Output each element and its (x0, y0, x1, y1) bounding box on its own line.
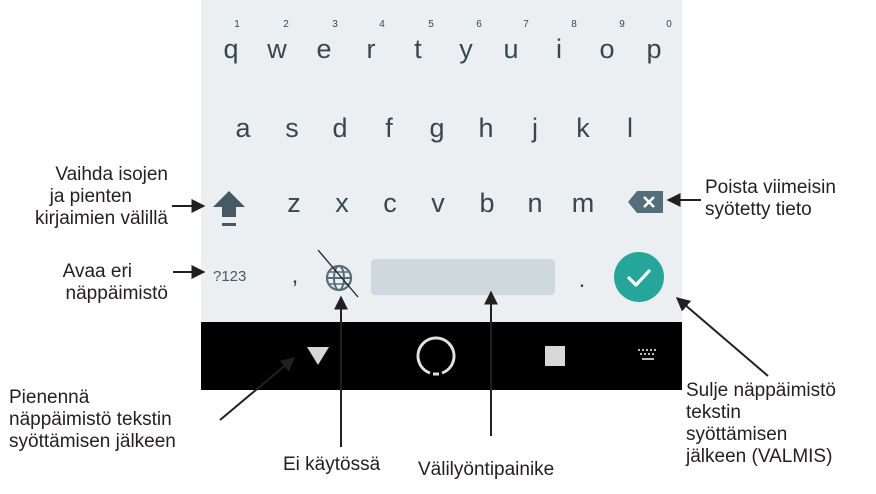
key-v[interactable]: v (423, 190, 453, 217)
comma-key[interactable]: , (280, 264, 310, 288)
annotation-symbols-line2: näppäimistö (65, 283, 168, 304)
circle-icon (416, 336, 456, 376)
annotation-enter: Sulje näppäimistö tekstin syöttämisen jä… (686, 380, 836, 468)
key-n[interactable]: n (520, 190, 550, 217)
hint-3: 3 (332, 19, 338, 30)
symbols-key[interactable]: ?123 (213, 269, 246, 284)
annotation-enter-line3: syöttämisen (686, 424, 788, 445)
globe-key[interactable] (324, 263, 354, 293)
keyboard-switch-button[interactable] (637, 348, 659, 362)
hint-5: 5 (428, 19, 434, 30)
annotation-enter-line1: Sulje näppäimistö (686, 380, 836, 401)
key-z[interactable]: z (279, 190, 309, 217)
annotation-backspace: Poista viimeisin syötetty tieto (705, 177, 836, 221)
annotation-minimize-line1: Pienennä (9, 387, 90, 408)
annotation-minimize-line2: näppäimistö tekstin (9, 409, 172, 430)
key-w[interactable]: w (262, 36, 292, 63)
recents-button[interactable] (544, 345, 566, 367)
back-button[interactable] (306, 346, 330, 366)
key-s[interactable]: s (277, 115, 307, 142)
key-k[interactable]: k (568, 115, 598, 142)
annotation-globe: Ei käytössä (283, 454, 381, 475)
key-d[interactable]: d (325, 115, 355, 142)
square-icon (545, 346, 565, 366)
key-o[interactable]: o (592, 36, 622, 63)
backspace-icon (628, 191, 663, 213)
triangle-down-icon (307, 347, 329, 365)
key-p[interactable]: p (639, 36, 669, 63)
hint-4: 4 (379, 19, 385, 30)
key-q[interactable]: q (216, 36, 246, 63)
checkmark-icon (627, 269, 651, 287)
key-g[interactable]: g (422, 115, 452, 142)
shift-key[interactable] (211, 188, 247, 230)
key-t[interactable]: t (403, 36, 433, 63)
hint-8: 8 (571, 19, 577, 30)
annotation-enter-line4: jälkeen (VALMIS) (686, 446, 833, 467)
hint-0: 0 (666, 19, 672, 30)
annotation-backspace-line1: Poista viimeisin (705, 177, 836, 198)
hint-1: 1 (234, 19, 240, 30)
key-x[interactable]: x (327, 190, 357, 217)
hint-6: 6 (476, 19, 482, 30)
hint-7: 7 (523, 19, 529, 30)
key-i[interactable]: i (544, 36, 574, 63)
shift-icon (213, 191, 245, 226)
annotation-minimize: Pienennä näppäimistö tekstin syöttämisen… (9, 387, 176, 453)
space-bar[interactable] (371, 259, 555, 295)
annotation-symbols-line1: Avaa eri (62, 261, 132, 282)
key-u[interactable]: u (496, 36, 526, 63)
enter-button[interactable] (614, 252, 664, 302)
key-l[interactable]: l (615, 115, 645, 142)
hint-2: 2 (283, 19, 289, 30)
hint-9: 9 (619, 19, 625, 30)
key-f[interactable]: f (374, 115, 404, 142)
annotation-space: Välilyöntipainike (418, 459, 555, 480)
backspace-key[interactable] (628, 190, 664, 214)
period-key[interactable]: . (567, 268, 597, 292)
annotation-shift-line3: kirjaimien välillä (34, 208, 168, 229)
key-y[interactable]: y (451, 36, 481, 63)
annotation-enter-line2: tekstin (686, 402, 741, 423)
key-c[interactable]: c (375, 190, 405, 217)
key-j[interactable]: j (520, 115, 550, 142)
key-h[interactable]: h (471, 115, 501, 142)
annotation-shift-line1: Vaihda isojen (55, 164, 168, 185)
annotation-shift: Vaihda isojen ja pienten kirjaimien väli… (35, 164, 168, 230)
annotation-backspace-line2: syötetty tieto (705, 199, 812, 220)
key-m[interactable]: m (568, 190, 598, 217)
arrow-enter (675, 297, 769, 377)
annotation-minimize-line3: syöttämisen jälkeen (9, 431, 176, 452)
key-b[interactable]: b (472, 190, 502, 217)
annotation-symbols: Avaa eri näppäimistö (63, 261, 168, 305)
home-button[interactable] (414, 334, 458, 378)
key-r[interactable]: r (356, 36, 386, 63)
globe-icon (325, 264, 353, 292)
key-a[interactable]: a (228, 115, 258, 142)
annotation-shift-line2: ja pienten (49, 186, 132, 207)
keyboard-icon (638, 349, 656, 360)
key-e[interactable]: e (309, 36, 339, 63)
